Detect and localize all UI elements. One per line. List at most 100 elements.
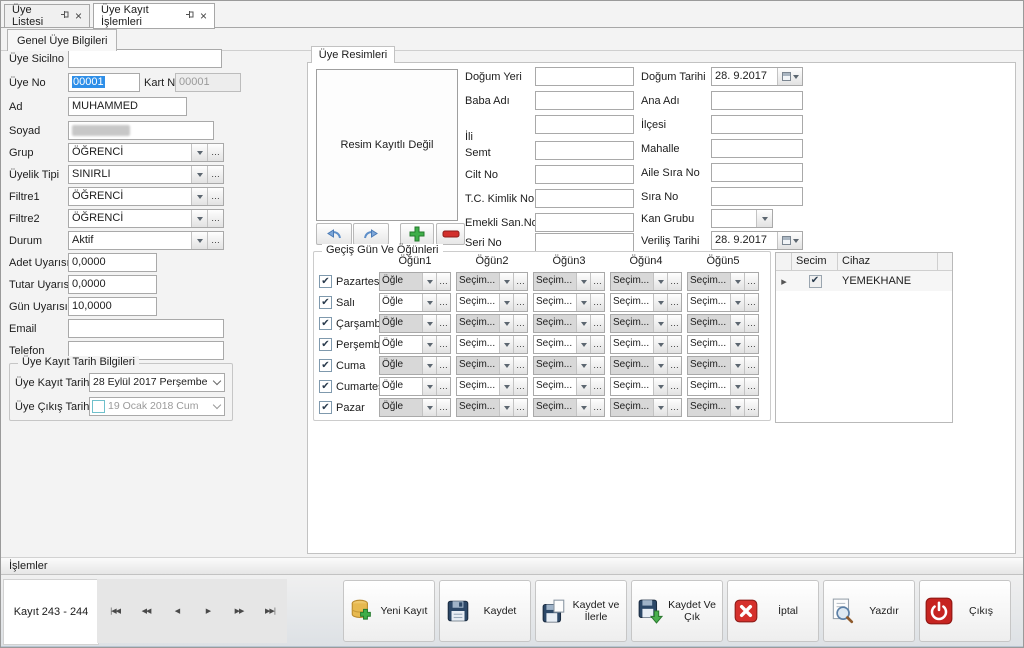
ellipsis-button[interactable]: … bbox=[590, 357, 604, 374]
seri-no-input[interactable] bbox=[535, 233, 634, 252]
baba-adi-input[interactable] bbox=[535, 91, 634, 110]
ellipsis-button[interactable]: … bbox=[207, 166, 223, 183]
meal-combo[interactable]: Seçim...… bbox=[533, 398, 605, 417]
close-icon[interactable]: × bbox=[200, 11, 207, 21]
ellipsis-button[interactable]: … bbox=[207, 232, 223, 249]
device-checkbox[interactable]: ✔ bbox=[792, 275, 838, 288]
dropdown-arrow-icon[interactable] bbox=[576, 315, 590, 332]
day-checkbox-carsamba[interactable]: ✔ bbox=[319, 317, 332, 330]
nav-fast-prev-button[interactable]: ◀◀ bbox=[132, 579, 160, 643]
grup-combo[interactable]: ÖĞRENCİ … bbox=[68, 143, 224, 162]
ellipsis-button[interactable]: … bbox=[667, 378, 681, 395]
ana-adi-input[interactable] bbox=[711, 91, 803, 110]
uye-kayit-tarihi-combo[interactable]: 28 Eylül 2017 Perşembe bbox=[89, 373, 225, 392]
ellipsis-button[interactable]: … bbox=[667, 294, 681, 311]
day-checkbox-pazar[interactable]: ✔ bbox=[319, 401, 332, 414]
ellipsis-button[interactable]: … bbox=[744, 399, 758, 416]
day-checkbox-pazartesi[interactable]: ✔ bbox=[319, 275, 332, 288]
meal-combo[interactable]: Öğle… bbox=[379, 398, 451, 417]
nav-next-button[interactable]: ▶ bbox=[194, 579, 222, 643]
filtre1-combo[interactable]: ÖĞRENCİ … bbox=[68, 187, 224, 206]
ellipsis-button[interactable]: … bbox=[207, 188, 223, 205]
dropdown-arrow-icon[interactable] bbox=[730, 378, 744, 395]
day-checkbox-sali[interactable]: ✔ bbox=[319, 296, 332, 309]
meal-combo[interactable]: Seçim...… bbox=[687, 293, 759, 312]
kaydet-ve-ilerle-button[interactable]: Kaydet ve İlerle bbox=[535, 580, 627, 642]
meal-combo[interactable]: Seçim...… bbox=[533, 314, 605, 333]
device-row[interactable]: ▸ ✔ YEMEKHANE bbox=[776, 271, 952, 291]
dogum-tarihi-datepicker[interactable]: 28. 9.2017 bbox=[711, 67, 803, 86]
ellipsis-button[interactable]: … bbox=[590, 273, 604, 290]
yazdir-button[interactable]: Yazdır bbox=[823, 580, 915, 642]
meal-combo[interactable]: Öğle… bbox=[379, 293, 451, 312]
ellipsis-button[interactable]: … bbox=[667, 399, 681, 416]
ellipsis-button[interactable]: … bbox=[436, 357, 450, 374]
dogum-yeri-input[interactable] bbox=[535, 67, 634, 86]
dropdown-arrow-icon[interactable] bbox=[191, 210, 207, 227]
ellipsis-button[interactable]: … bbox=[436, 399, 450, 416]
tutar-uyarisi-input[interactable]: 0,0000 bbox=[68, 275, 157, 294]
ellipsis-button[interactable]: … bbox=[590, 315, 604, 332]
dropdown-arrow-icon[interactable] bbox=[730, 315, 744, 332]
ellipsis-button[interactable]: … bbox=[667, 357, 681, 374]
dropdown-arrow-icon[interactable] bbox=[730, 294, 744, 311]
dropdown-arrow-icon[interactable] bbox=[499, 315, 513, 332]
dropdown-arrow-icon[interactable] bbox=[730, 399, 744, 416]
dropdown-arrow-icon[interactable] bbox=[576, 399, 590, 416]
dropdown-arrow-icon[interactable] bbox=[422, 315, 436, 332]
meal-combo[interactable]: Seçim...… bbox=[610, 377, 682, 396]
dropdown-arrow-icon[interactable] bbox=[499, 399, 513, 416]
dropdown-arrow-icon[interactable] bbox=[191, 188, 207, 205]
meal-combo[interactable]: Seçim...… bbox=[687, 272, 759, 291]
cikis-button[interactable]: Çıkış bbox=[919, 580, 1011, 642]
dropdown-arrow-icon[interactable] bbox=[499, 294, 513, 311]
day-checkbox-persembe[interactable]: ✔ bbox=[319, 338, 332, 351]
dropdown-arrow-icon[interactable] bbox=[653, 294, 667, 311]
meal-combo[interactable]: Seçim...… bbox=[456, 356, 528, 375]
ellipsis-button[interactable]: … bbox=[744, 357, 758, 374]
meal-combo[interactable]: Öğle… bbox=[379, 272, 451, 291]
dropdown-arrow-icon[interactable] bbox=[422, 273, 436, 290]
nav-first-button[interactable]: |◀◀ bbox=[101, 579, 129, 643]
ellipsis-button[interactable]: … bbox=[513, 399, 527, 416]
mahalle-input[interactable] bbox=[711, 139, 803, 158]
ellipsis-button[interactable]: … bbox=[436, 336, 450, 353]
dropdown-arrow-icon[interactable] bbox=[576, 378, 590, 395]
tab-uye-listesi[interactable]: Üye Listesi × bbox=[4, 4, 90, 28]
pin-icon[interactable] bbox=[60, 10, 69, 22]
calendar-icon[interactable] bbox=[777, 68, 802, 85]
iptal-button[interactable]: İptal bbox=[727, 580, 819, 642]
uye-sicilno-input[interactable] bbox=[68, 49, 222, 68]
ellipsis-button[interactable]: … bbox=[513, 273, 527, 290]
ad-input[interactable]: MUHAMMED bbox=[68, 97, 187, 116]
meal-combo[interactable]: Seçim...… bbox=[687, 314, 759, 333]
dropdown-arrow-icon[interactable] bbox=[422, 294, 436, 311]
ellipsis-button[interactable]: … bbox=[513, 336, 527, 353]
meal-combo[interactable]: Seçim...… bbox=[456, 314, 528, 333]
nav-fast-next-button[interactable]: ▶▶ bbox=[225, 579, 253, 643]
uyelik-tipi-combo[interactable]: SINIRLI … bbox=[68, 165, 224, 184]
dropdown-chevron-icon[interactable] bbox=[209, 374, 224, 391]
adet-uyarisi-input[interactable]: 0,0000 bbox=[68, 253, 157, 272]
emekli-san-no-input[interactable] bbox=[535, 213, 634, 232]
tab-genel-uye-bilgileri[interactable]: Genel Üye Bilgileri bbox=[7, 29, 117, 51]
ellipsis-button[interactable]: … bbox=[667, 273, 681, 290]
meal-combo[interactable]: Seçim...… bbox=[533, 377, 605, 396]
dropdown-arrow-icon[interactable] bbox=[499, 336, 513, 353]
dropdown-arrow-icon[interactable] bbox=[422, 336, 436, 353]
meal-combo[interactable]: Seçim...… bbox=[687, 377, 759, 396]
dropdown-arrow-icon[interactable] bbox=[499, 357, 513, 374]
meal-combo[interactable]: Öğle… bbox=[379, 356, 451, 375]
sira-no-input[interactable] bbox=[711, 187, 803, 206]
soyad-input[interactable] bbox=[68, 121, 214, 140]
aile-sira-no-input[interactable] bbox=[711, 163, 803, 182]
dropdown-arrow-icon[interactable] bbox=[653, 336, 667, 353]
meal-combo[interactable]: Öğle… bbox=[379, 335, 451, 354]
dropdown-arrow-icon[interactable] bbox=[576, 273, 590, 290]
dropdown-arrow-icon[interactable] bbox=[730, 336, 744, 353]
meal-combo[interactable]: Seçim...… bbox=[456, 272, 528, 291]
tab-uye-kayit-islemleri[interactable]: Üye Kayıt İşlemleri × bbox=[93, 3, 215, 29]
dropdown-arrow-icon[interactable] bbox=[653, 378, 667, 395]
dropdown-arrow-icon[interactable] bbox=[653, 357, 667, 374]
meal-combo[interactable]: Seçim...… bbox=[456, 398, 528, 417]
